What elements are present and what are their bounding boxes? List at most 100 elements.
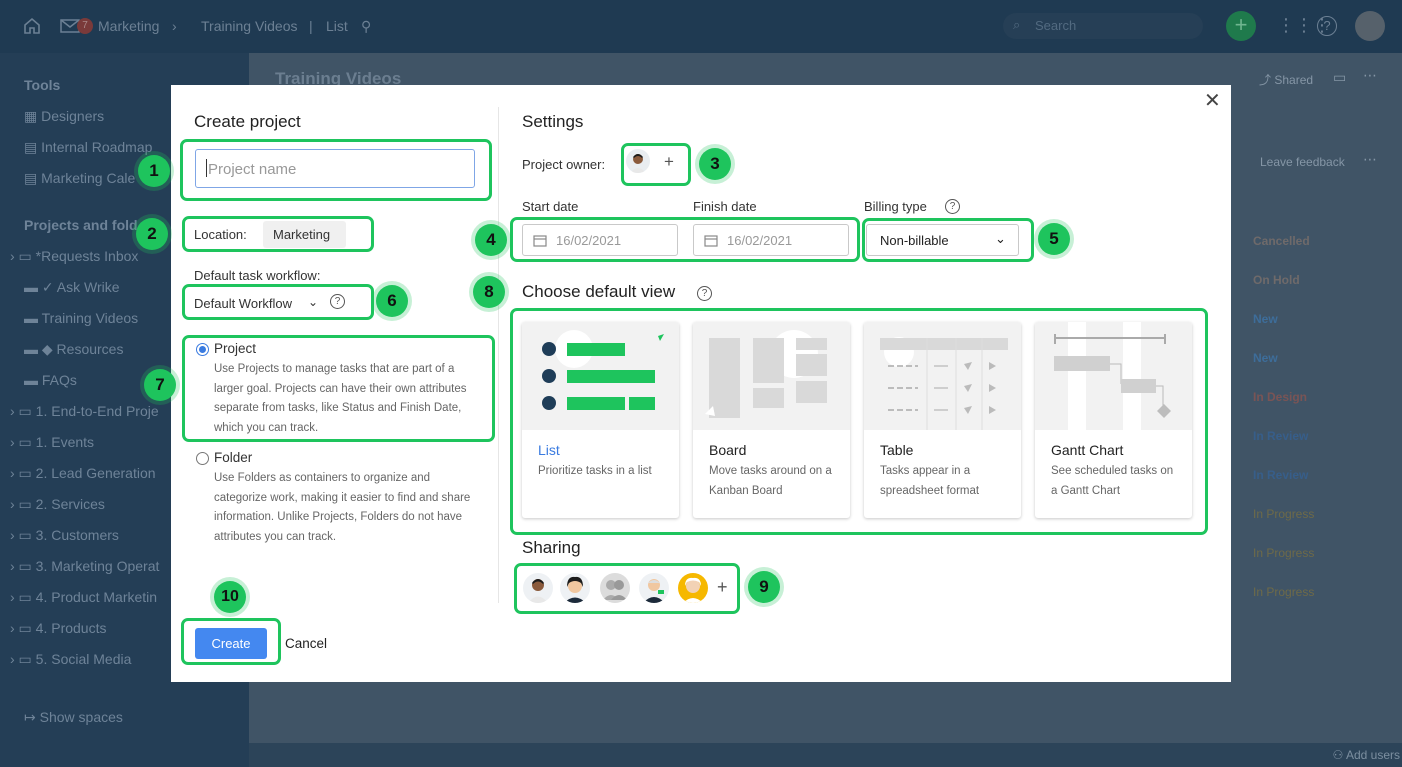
sidebar-item[interactable]: › ▭ 4. Products [10, 620, 107, 637]
footer-bar: ⚇ Add users [249, 743, 1402, 767]
project-radio[interactable] [196, 343, 209, 356]
status-badge: New [1253, 312, 1278, 326]
start-date-label: Start date [522, 199, 579, 214]
folder-option-description: Use Folders as containers to organize an… [214, 472, 471, 543]
more-icon[interactable]: ⋯ [1363, 67, 1377, 84]
sidebar-item-marketing-calendar[interactable]: ▤ Marketing Cale [24, 170, 135, 187]
project-name-placeholder: Project name [208, 161, 297, 178]
sidebar-item[interactable]: › ▭ 2. Lead Generation [10, 465, 156, 482]
view-description: Prioritize tasks in a list [538, 465, 652, 477]
workflow-value: Default Workflow [194, 296, 293, 311]
user-avatar[interactable] [1355, 11, 1385, 41]
sidebar-item[interactable]: ▬ FAQs [24, 372, 77, 388]
folder-radio[interactable] [196, 452, 209, 465]
folder-icon[interactable]: ▭ [1333, 69, 1346, 86]
sidebar-item[interactable]: › ▭ 1. Events [10, 434, 94, 451]
folder-option-label[interactable]: Folder [214, 450, 252, 465]
close-icon[interactable]: ✕ [1204, 91, 1221, 111]
status-badge: In Progress [1253, 507, 1315, 521]
sidebar-item[interactable]: › ▭ *Requests Inbox [10, 248, 138, 265]
sidebar-item-internal-roadmap[interactable]: ▤ Internal Roadmap [24, 139, 152, 156]
default-view-title: Choose default view [522, 282, 676, 301]
help-icon[interactable]: ? [945, 199, 960, 214]
workflow-dropdown[interactable]: Default Workflow ⌄ [194, 294, 330, 314]
view-name: Board [709, 442, 747, 458]
breadcrumb-space[interactable]: Marketing [98, 18, 159, 34]
home-icon[interactable] [22, 16, 42, 36]
annotation-badge: 7 [144, 369, 176, 401]
project-option-label[interactable]: Project [214, 341, 256, 356]
add-users-link[interactable]: ⚇ Add users [1333, 748, 1400, 762]
view-card-gantt[interactable]: Gantt Chart See scheduled tasks on a Gan… [1035, 322, 1192, 518]
shared-user-avatar[interactable] [523, 573, 553, 603]
view-card-table[interactable]: Table Tasks appear in a spreadsheet form… [864, 322, 1021, 518]
owner-avatar[interactable] [626, 149, 650, 173]
shared-user-avatar[interactable] [639, 573, 669, 603]
notification-badge: 7 [77, 18, 93, 34]
sidebar-item[interactable]: › ▭ 3. Customers [10, 527, 119, 544]
sidebar-item[interactable]: › ▭ 1. End-to-End Proje [10, 403, 159, 420]
annotation-badge: 1 [138, 155, 170, 187]
annotation-badge: 9 [748, 571, 780, 603]
shared-group-avatar[interactable] [600, 573, 630, 603]
sidebar-item[interactable]: › ▭ 3. Marketing Operat [10, 558, 159, 575]
sidebar-item[interactable]: › ▭ 5. Social Media [10, 651, 131, 668]
search-placeholder: Search [1035, 18, 1077, 33]
shared-user-avatar[interactable] [678, 573, 708, 603]
person-icon [683, 577, 703, 603]
sidebar-item-designers[interactable]: ▦ Designers [24, 108, 104, 125]
leave-feedback-link[interactable]: Leave feedback [1260, 155, 1345, 169]
finish-date-input[interactable]: 16/02/2021 [693, 224, 849, 256]
location-chip[interactable]: Marketing [263, 221, 346, 248]
add-owner-icon[interactable]: + [664, 152, 674, 172]
status-badge: In Review [1253, 429, 1309, 443]
project-name-input[interactable]: Project name [195, 149, 475, 188]
status-badge: On Hold [1253, 273, 1300, 287]
separator: | [309, 18, 313, 34]
more-icon[interactable]: ⋯ [1363, 151, 1377, 168]
sidebar-item[interactable]: › ▭ 4. Product Marketin [10, 589, 157, 606]
calendar-icon [533, 235, 547, 247]
search-icon: ⌕ [1013, 17, 1021, 32]
dialog-title: Create project [194, 112, 301, 131]
location-value: Marketing [273, 227, 331, 242]
finish-date-value: 16/02/2021 [727, 233, 793, 248]
help-icon[interactable]: ? [330, 294, 345, 309]
sidebar-item[interactable]: ▬ ✓ Ask Wrike [24, 279, 120, 296]
pin-icon[interactable]: ⚲ [361, 18, 371, 35]
person-icon [643, 579, 665, 603]
billing-value: Non-billable [880, 233, 949, 248]
view-card-board[interactable]: Board Move tasks around on a Kanban Boar… [693, 322, 850, 518]
annotation-badge: 8 [473, 276, 505, 308]
billing-type-dropdown[interactable]: Non-billable ⌄ [866, 224, 1019, 256]
status-badge: Cancelled [1253, 234, 1310, 248]
help-icon[interactable]: ? [1317, 16, 1337, 36]
annotation-badge: 4 [475, 224, 507, 256]
start-date-input[interactable]: 16/02/2021 [522, 224, 678, 256]
add-share-icon[interactable]: + [717, 577, 728, 598]
add-button[interactable]: + [1226, 11, 1256, 41]
annotation-badge: 3 [699, 148, 731, 180]
shared-user-avatar[interactable] [560, 573, 590, 603]
breadcrumb-view[interactable]: List [326, 18, 348, 34]
sidebar-item[interactable]: ▬ ◆ Resources [24, 341, 123, 358]
sidebar-item[interactable]: › ▭ 2. Services [10, 496, 105, 513]
create-button[interactable]: Create [195, 628, 267, 659]
help-icon[interactable]: ? [697, 286, 712, 301]
create-project-dialog: ✕ Create project Project name Location: … [171, 85, 1231, 682]
group-icon [603, 580, 627, 600]
show-spaces-link[interactable]: ↦ Show spaces [24, 709, 123, 726]
annotation-badge: 5 [1038, 223, 1070, 255]
person-icon [564, 576, 586, 603]
person-icon [630, 154, 646, 173]
billing-label: Billing type [864, 199, 927, 214]
gantt-illustration [1035, 322, 1192, 430]
search-input[interactable]: ⌕ Search [1003, 13, 1203, 39]
annotation-badge: 10 [214, 581, 246, 613]
view-card-list[interactable]: List Prioritize tasks in a list [522, 322, 679, 518]
breadcrumb-folder[interactable]: Training Videos [201, 18, 298, 34]
start-date-value: 16/02/2021 [556, 233, 622, 248]
shared-button[interactable]: ⤴ Shared [1259, 71, 1313, 88]
cancel-button[interactable]: Cancel [285, 636, 327, 651]
sidebar-item[interactable]: ▬ Training Videos [24, 310, 138, 326]
